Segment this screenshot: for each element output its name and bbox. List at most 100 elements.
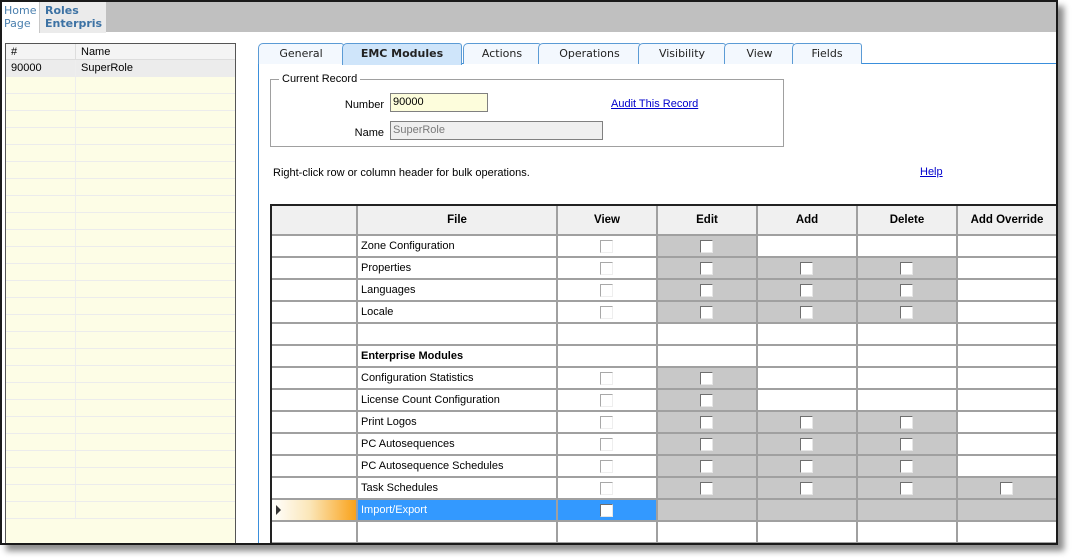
empty-cell [76,196,235,212]
edit-checkbox[interactable] [700,306,713,319]
edit-checkbox[interactable] [700,372,713,385]
edit-checkbox[interactable] [700,482,713,495]
grid-row[interactable]: PC Autosequence Schedules [272,456,1056,478]
view-checkbox[interactable] [600,416,613,429]
edit-checkbox[interactable] [700,240,713,253]
view-checkbox[interactable] [600,504,613,517]
add-checkbox[interactable] [800,262,813,275]
empty-cell [76,502,235,518]
grid-row[interactable]: Zone Configuration [272,236,1056,258]
row-selector[interactable] [272,500,358,522]
view-checkbox[interactable] [600,284,613,297]
grid-row[interactable]: Languages [272,280,1056,302]
tab-visibility[interactable]: Visibility [638,43,726,64]
grid-row[interactable]: License Count Configuration [272,390,1056,412]
row-selector[interactable] [272,258,358,280]
row-selector[interactable] [272,368,358,390]
row-selector[interactable] [272,324,358,346]
row-selector[interactable] [272,280,358,302]
permissions-grid[interactable]: File View Edit Add Delete Add Override Z… [270,204,1056,543]
role-list[interactable]: # Name 90000 SuperRole [5,43,236,543]
role-list-empty-row [6,332,235,349]
row-selector[interactable] [272,412,358,434]
grid-row[interactable]: PC Autosequences [272,434,1056,456]
view-checkbox[interactable] [600,306,613,319]
grid-row[interactable]: Import/Export [272,500,1056,522]
column-header-edit[interactable]: Edit [658,206,758,236]
column-header-add-override[interactable]: Add Override [958,206,1056,236]
delete-checkbox[interactable] [900,284,913,297]
file-name: Configuration Statistics [358,368,558,390]
empty-cell [76,298,235,314]
edit-checkbox[interactable] [700,262,713,275]
column-header-number[interactable]: # [6,44,76,59]
row-selector[interactable] [272,434,358,456]
view-checkbox[interactable] [600,438,613,451]
add-checkbox[interactable] [800,284,813,297]
name-field[interactable]: SuperRole [390,121,603,140]
tab-fields[interactable]: Fields [792,43,862,64]
tab-general[interactable]: General [258,43,344,64]
view-checkbox[interactable] [600,262,613,275]
delete-checkbox[interactable] [900,262,913,275]
delete-checkbox[interactable] [900,306,913,319]
add-override-checkbox[interactable] [1000,482,1013,495]
tab-emc-modules[interactable]: EMC Modules [342,43,462,65]
edit-checkbox[interactable] [700,438,713,451]
edit-checkbox[interactable] [700,394,713,407]
grid-row[interactable]: Configuration Statistics [272,368,1056,390]
add-checkbox[interactable] [800,438,813,451]
grid-row[interactable]: Locale [272,302,1056,324]
delete-checkbox[interactable] [900,482,913,495]
grid-row[interactable] [272,522,1056,543]
row-selector[interactable] [272,522,358,543]
row-selector[interactable] [272,390,358,412]
roles-enterprise-tab[interactable]: Roles Enterpris [40,2,106,33]
role-list-row[interactable]: 90000 SuperRole [6,60,235,77]
row-selector[interactable] [272,346,358,368]
column-header-file[interactable]: File [358,206,558,236]
view-checkbox[interactable] [600,240,613,253]
tab-view[interactable]: View [724,43,795,64]
tab-operations[interactable]: Operations [538,43,641,64]
file-name: Properties [358,258,558,280]
view-checkbox[interactable] [600,460,613,473]
delete-cell [858,500,958,522]
empty-cell [76,128,235,144]
add-checkbox[interactable] [800,482,813,495]
delete-cell [858,346,958,368]
number-field[interactable]: 90000 [390,93,488,112]
grid-row[interactable]: Enterprise Modules [272,346,1056,368]
row-selector[interactable] [272,236,358,258]
row-selector[interactable] [272,302,358,324]
row-selector[interactable] [272,478,358,500]
view-checkbox[interactable] [600,372,613,385]
delete-checkbox[interactable] [900,460,913,473]
edit-checkbox[interactable] [700,284,713,297]
edit-checkbox[interactable] [700,460,713,473]
column-header-view[interactable]: View [558,206,658,236]
add-checkbox[interactable] [800,306,813,319]
grid-row[interactable]: Print Logos [272,412,1056,434]
delete-checkbox[interactable] [900,416,913,429]
grid-row[interactable]: Task Schedules [272,478,1056,500]
tab-actions[interactable]: Actions [463,43,541,64]
view-checkbox[interactable] [600,482,613,495]
home-page-tab[interactable]: Home Page [2,2,40,33]
grid-row[interactable] [272,324,1056,346]
row-selector[interactable] [272,456,358,478]
column-header-name[interactable]: Name [76,44,235,59]
view-checkbox[interactable] [600,394,613,407]
help-link[interactable]: Help [920,166,943,179]
column-header-delete[interactable]: Delete [858,206,958,236]
empty-cell [76,434,235,450]
column-header-add[interactable]: Add [758,206,858,236]
add-checkbox[interactable] [800,416,813,429]
role-list-empty-row [6,434,235,451]
edit-checkbox[interactable] [700,416,713,429]
row-selector-header[interactable] [272,206,358,236]
add-checkbox[interactable] [800,460,813,473]
delete-checkbox[interactable] [900,438,913,451]
audit-this-record-link[interactable]: Audit This Record [611,98,698,111]
grid-row[interactable]: Properties [272,258,1056,280]
